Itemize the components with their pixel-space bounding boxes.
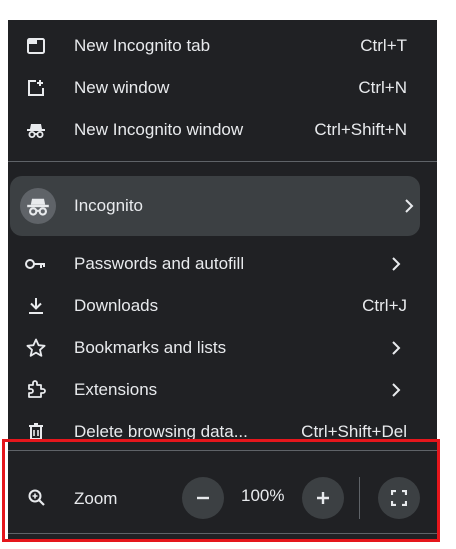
download-icon	[25, 295, 47, 317]
menu-item-label: Bookmarks and lists	[74, 338, 227, 357]
highlight-box	[2, 439, 440, 542]
menu-item-label: New Incognito window	[74, 120, 244, 139]
menu-item-new-incognito-window[interactable]: New Incognito window Ctrl+Shift+N	[8, 109, 437, 151]
menu-item-label: New Incognito tab	[74, 36, 211, 55]
chevron-right-icon	[405, 199, 414, 213]
profile-label: Incognito	[74, 196, 143, 215]
menu-item-shortcut: Ctrl+N	[358, 78, 407, 97]
menu-item-bookmarks[interactable]: Bookmarks and lists	[8, 327, 437, 369]
menu-item-label: Extensions	[74, 380, 158, 399]
menu-item-new-incognito-tab[interactable]: New Incognito tab Ctrl+T	[8, 25, 437, 67]
key-icon	[25, 253, 47, 275]
menu-item-passwords[interactable]: Passwords and autofill	[8, 243, 437, 285]
menu-item-shortcut: Ctrl+T	[360, 36, 407, 55]
menu-item-label: Downloads	[74, 296, 159, 315]
chevron-right-icon	[392, 341, 401, 355]
new-window-icon	[25, 77, 47, 99]
menu-item-new-window[interactable]: New window Ctrl+N	[8, 67, 437, 109]
menu-item-incognito-profile[interactable]: Incognito	[8, 185, 437, 227]
new-tab-icon	[25, 35, 47, 57]
star-icon	[25, 337, 47, 359]
incognito-icon	[25, 119, 47, 141]
menu-item-shortcut: Ctrl+J	[362, 296, 407, 315]
chevron-right-icon	[392, 257, 401, 271]
menu-item-downloads[interactable]: Downloads Ctrl+J	[8, 285, 437, 327]
menu-divider	[8, 161, 437, 162]
menu-item-extensions[interactable]: Extensions	[8, 369, 437, 411]
extension-icon	[25, 379, 47, 401]
menu-item-shortcut: Ctrl+Shift+N	[314, 120, 407, 139]
menu-item-label: Passwords and autofill	[74, 254, 245, 273]
chevron-right-icon	[392, 383, 401, 397]
menu-item-label: New window	[74, 78, 170, 97]
